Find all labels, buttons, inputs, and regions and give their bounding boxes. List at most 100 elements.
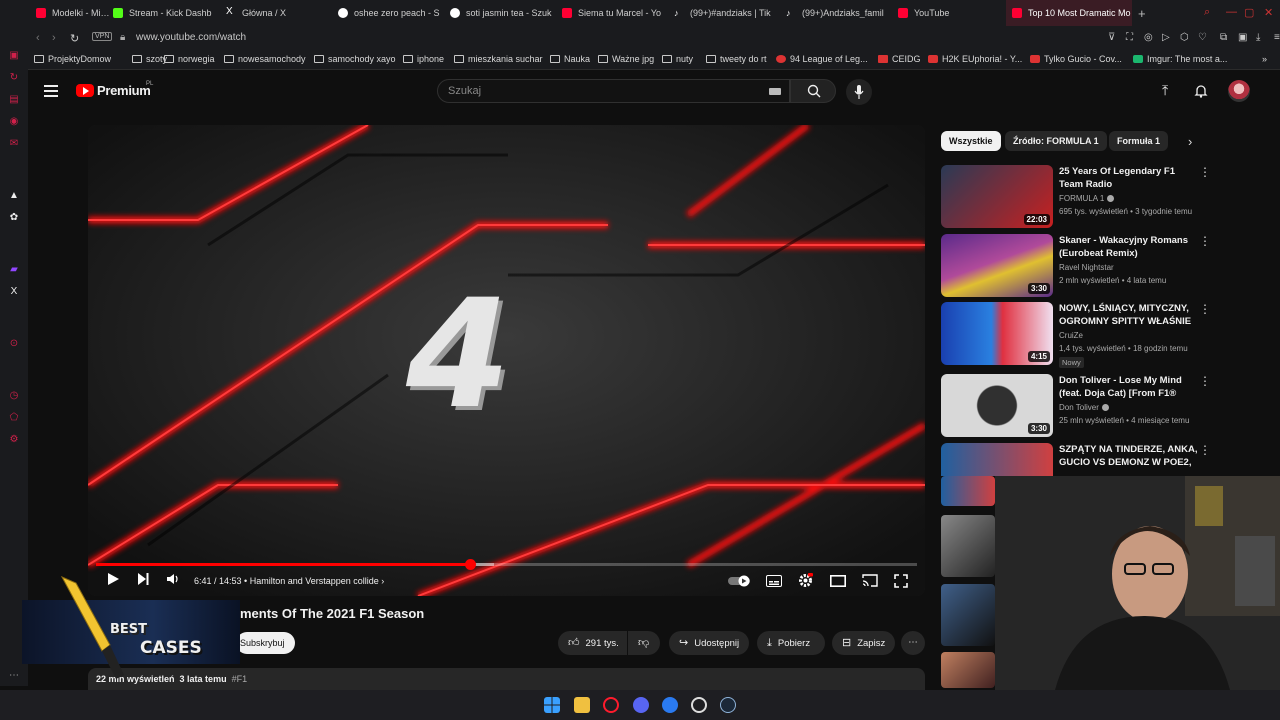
bookmark-folder[interactable]: samochody xayo <box>314 54 396 64</box>
avatar[interactable] <box>1228 80 1250 102</box>
video-thumbnail[interactable] <box>941 476 995 506</box>
video-thumbnail[interactable] <box>941 515 995 577</box>
notifications-bell-icon[interactable] <box>1194 84 1208 98</box>
bookmark-folder[interactable]: ProjektyDomow <box>34 54 111 64</box>
settings-gear-icon[interactable] <box>798 573 813 588</box>
video-thumbnail[interactable]: 4:15 <box>941 302 1053 365</box>
maximize-icon[interactable]: ▢ <box>1244 6 1254 19</box>
bookmarks-overflow-icon[interactable]: » <box>1262 54 1267 64</box>
channel-name[interactable]: CruiZe <box>1059 331 1083 340</box>
dislike-button[interactable]: 👎︎ <box>628 631 660 655</box>
browser-tab[interactable]: Siema tu Marcel - Yo <box>562 0 674 26</box>
browser-tab[interactable]: YouTube <box>898 0 1006 26</box>
heart-icon[interactable]: ♡ <box>1198 32 1207 43</box>
clock-icon[interactable]: ◷ <box>8 390 20 402</box>
obs-icon[interactable] <box>691 697 707 713</box>
bookmark-link[interactable]: H2K EUphoria! - Y... <box>928 54 1022 64</box>
youtube-premium-logo[interactable]: Premium PL <box>76 81 153 98</box>
more-vert-icon[interactable]: ⋮ <box>1199 165 1211 179</box>
back-icon[interactable]: ‹ <box>36 32 40 44</box>
browser-tab[interactable]: ♪ (99+)#andziaks | Tik <box>674 0 786 26</box>
wallet-icon[interactable]: ▣ <box>1238 32 1247 43</box>
download-button[interactable]: ⤓ Pobierz <box>757 631 825 655</box>
search-input[interactable] <box>438 80 738 102</box>
keyboard-icon[interactable] <box>769 88 781 95</box>
recommendation-item[interactable]: SZPĄTY NA TINDERZE, ANKA, GUCIO VS DEMON… <box>941 443 1211 476</box>
windows-start-icon[interactable] <box>544 697 560 713</box>
more-icon[interactable]: ⋯ <box>8 670 20 682</box>
video-player[interactable]: 4 6:41 / 14:53 • Hamilton and Verstappen… <box>88 125 925 596</box>
browser-tab[interactable]: soti jasmin tea - Szuk <box>450 0 562 26</box>
browser-tab[interactable]: ♪ (99+)Andziaks_famil <box>786 0 898 26</box>
video-thumbnail[interactable] <box>941 652 995 688</box>
chip-formula1[interactable]: Formuła 1 <box>1109 131 1169 151</box>
fullscreen-icon[interactable] <box>894 574 908 588</box>
browser-tab[interactable]: X Główna / X <box>226 0 338 26</box>
speed-dial-icon[interactable]: ▣ <box>8 50 20 62</box>
forward-icon[interactable]: › <box>52 32 56 44</box>
messenger-icon[interactable]: ◉ <box>8 116 20 128</box>
scrubber-handle[interactable] <box>464 559 476 570</box>
chip-all[interactable]: Wszystkie <box>941 131 1001 151</box>
url-field[interactable]: www.youtube.com/watch <box>136 32 246 43</box>
channel-name[interactable]: Ravel Nightstar <box>1059 263 1114 272</box>
bookmark-folder[interactable]: nowesamochody <box>224 54 306 64</box>
bookmark-link[interactable]: 94 League of Leg... <box>776 54 868 64</box>
download-icon[interactable]: ⤓ <box>1256 32 1260 43</box>
search-tabs-icon[interactable]: ⌕ <box>1204 6 1210 19</box>
more-vert-icon[interactable]: ⋮ <box>1199 374 1211 388</box>
pin-icon[interactable]: ⬠ <box>8 412 20 424</box>
search-button[interactable] <box>790 79 836 103</box>
minimize-icon[interactable]: — <box>1226 6 1237 18</box>
lock-icon[interactable]: 🔒︎ <box>120 32 125 43</box>
save-button[interactable]: ⊟ Zapisz <box>832 631 895 655</box>
steam-icon[interactable] <box>720 697 736 713</box>
new-tab-button[interactable]: + <box>1138 6 1146 21</box>
player-icon[interactable]: ⊙ <box>8 338 20 350</box>
like-button[interactable]: 👍︎ 291 tys. <box>558 631 627 655</box>
history-icon[interactable]: ↻ <box>8 72 20 84</box>
extensions-icon[interactable]: ⧉ <box>1220 32 1227 43</box>
more-vert-icon[interactable]: ⋮ <box>1199 443 1211 457</box>
subscribe-button[interactable]: Subskrybuj <box>236 632 295 654</box>
browser-tab[interactable]: oshee zero peach - S <box>338 0 450 26</box>
recommendation-title[interactable]: SZPĄTY NA TINDERZE, ANKA, GUCIO VS DEMON… <box>1059 443 1199 469</box>
vpn-badge[interactable]: VPN <box>92 32 113 41</box>
chip-source-formula1[interactable]: Źródło: FORMULA 1 <box>1005 131 1107 151</box>
browser-tab-active[interactable]: Top 10 Most Dramatic Mo <box>1006 0 1132 26</box>
camera-icon[interactable]: ◎ <box>1144 32 1153 43</box>
bookmark-folder[interactable]: nuty <box>662 54 693 64</box>
video-thumbnail[interactable]: 3:30 <box>941 374 1053 437</box>
bookmark-folder[interactable]: tweety do rt <box>706 54 767 64</box>
bookmark-link[interactable]: Imgur: The most a... <box>1133 54 1227 64</box>
progress-bar[interactable] <box>96 559 917 570</box>
bookmark-folder[interactable]: norwegia <box>164 54 215 64</box>
more-vert-icon[interactable]: ⋮ <box>1199 302 1211 316</box>
video-thumbnail[interactable] <box>941 584 995 646</box>
recommendation-title[interactable]: NOWY, LŚNIĄCY, MITYCZNY, OGROMNY SPITTY … <box>1059 302 1199 328</box>
hamburger-menu-icon[interactable] <box>44 85 58 97</box>
recommendation-item[interactable]: 3:30 Skaner - Wakacyjny Romans (Eurobeat… <box>941 234 1211 298</box>
cube-icon[interactable]: ⬡ <box>1180 32 1189 43</box>
menu-icon[interactable]: ≡ <box>1274 32 1280 43</box>
pin-icon[interactable]: ⊽ <box>1108 32 1115 43</box>
opera-browser-icon[interactable] <box>603 697 619 713</box>
video-thumbnail[interactable]: 3:30 <box>941 234 1053 297</box>
cast-icon[interactable] <box>862 574 878 587</box>
chapter-title[interactable]: Hamilton and Verstappen collide <box>250 576 379 586</box>
close-window-icon[interactable]: ✕ <box>1264 6 1273 19</box>
bookmark-link[interactable]: CEIDG <box>878 54 921 64</box>
wallet-icon[interactable]: ▤ <box>8 94 20 106</box>
aria-icon[interactable]: ▲ <box>8 190 20 202</box>
chevron-right-icon[interactable]: › <box>1188 134 1192 149</box>
browser-tab[interactable]: Stream - Kick Dashb <box>113 0 226 26</box>
bookmark-folder[interactable]: Nauka <box>550 54 590 64</box>
autoplay-toggle-icon[interactable] <box>728 575 752 587</box>
share-button[interactable]: ↪ Udostępnij <box>669 631 749 655</box>
upload-icon[interactable]: ⤒ <box>1162 82 1168 99</box>
recommendation-title[interactable]: Don Toliver - Lose My Mind (feat. Doja C… <box>1059 374 1199 400</box>
twitch-icon[interactable]: ▰ <box>8 264 20 276</box>
player-icon[interactable]: ▷ <box>1162 32 1170 43</box>
x-icon[interactable]: X <box>8 286 20 298</box>
more-vert-icon[interactable]: ⋮ <box>1199 234 1211 248</box>
